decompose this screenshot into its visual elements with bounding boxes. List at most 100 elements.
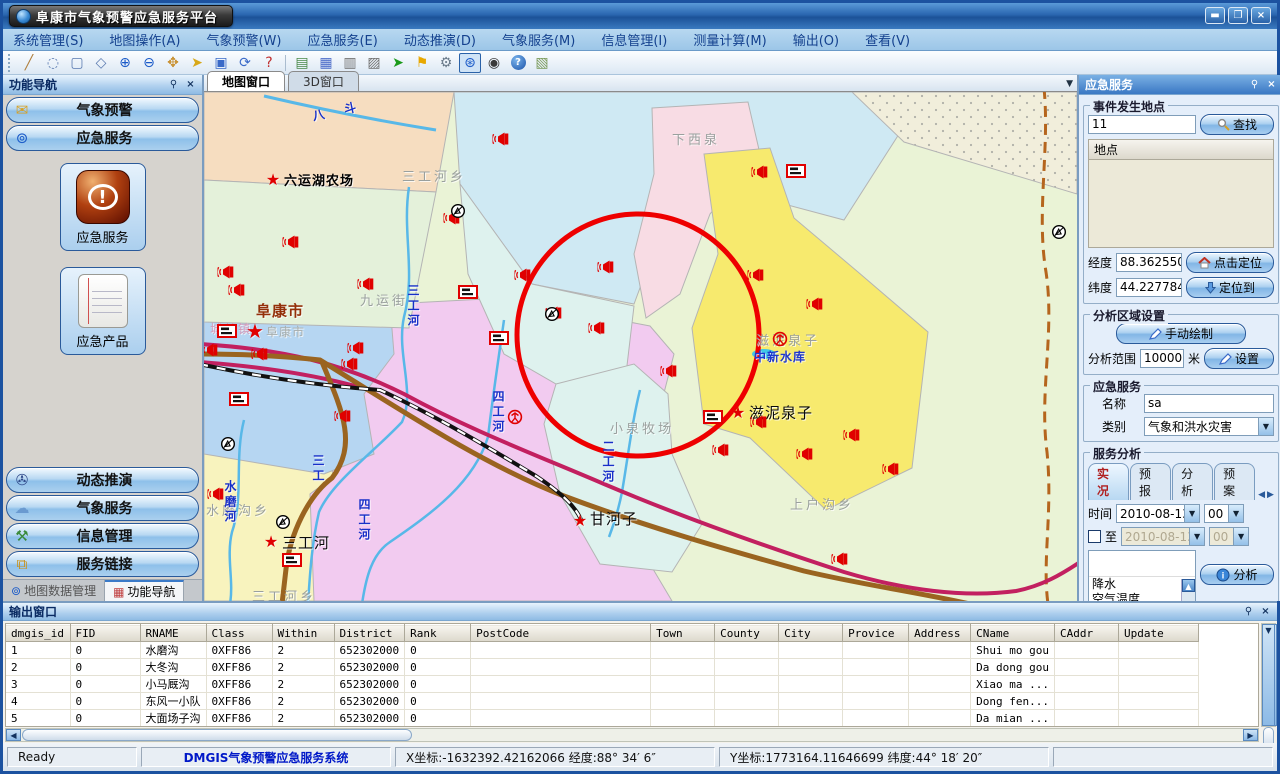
select-poly-icon[interactable]: ◇ (90, 53, 112, 73)
siren-marker-icon[interactable] (348, 341, 365, 356)
left-close-icon[interactable]: × (183, 78, 198, 92)
latitude-input[interactable]: 44.22778446 (1116, 278, 1182, 297)
star-marker-icon[interactable]: ★ (573, 513, 587, 529)
column-header[interactable]: District (334, 625, 405, 642)
cross-marker-icon[interactable] (507, 409, 523, 425)
siren-marker-icon[interactable] (335, 409, 352, 424)
select-circle-icon[interactable]: ◌ (42, 53, 64, 73)
pan-icon[interactable]: ✥ (162, 53, 184, 73)
element-list-item-1[interactable]: 空气温度 (1089, 592, 1195, 601)
station-marker-icon[interactable] (1052, 225, 1067, 240)
green-pointer-icon[interactable]: ➤ (387, 53, 409, 73)
map-tab-0[interactable]: 地图窗口 (207, 71, 285, 91)
hour-select[interactable]: 00▼ (1204, 504, 1244, 523)
menu-item-7[interactable]: 测量计算(M) (693, 30, 766, 49)
column-header[interactable]: Update (1118, 625, 1198, 642)
globe-service-icon[interactable]: ⊛ (459, 53, 481, 73)
analyze-button[interactable]: i 分析 (1200, 564, 1274, 585)
pin-marker-icon[interactable]: ⚑ (411, 53, 433, 73)
table-row[interactable]: 40东风一小队0XFF8626523020000Dong fen... (6, 693, 1198, 710)
siren-marker-icon[interactable] (493, 132, 510, 147)
column-header[interactable]: Address (909, 625, 971, 642)
column-header[interactable]: Town (651, 625, 715, 642)
right-close-icon[interactable]: × (1264, 78, 1279, 92)
identify-icon[interactable]: ? (258, 53, 280, 73)
table-row[interactable]: 50大面场子沟0XFF8626523020000Da mian ... (6, 710, 1198, 727)
menu-item-5[interactable]: 气象服务(M) (502, 30, 575, 49)
nav-group-bottom-0[interactable]: ✇动态推演 (6, 467, 199, 493)
manual-draw-button[interactable]: 手动绘制 (1116, 323, 1246, 344)
column-header[interactable]: County (715, 625, 779, 642)
panel-tab-0[interactable]: ⊚地图数据管理 (3, 580, 105, 601)
column-header[interactable]: Within (272, 625, 334, 642)
station-marker-icon[interactable] (276, 515, 291, 530)
hscroll-right-icon[interactable]: ▶ (1243, 729, 1258, 741)
listbox-scrollbar[interactable]: ▲ (1181, 579, 1195, 601)
date-select[interactable]: 2010-08-13▼ (1116, 504, 1200, 523)
siren-marker-icon[interactable] (218, 265, 235, 280)
output-hscrollbar[interactable]: ◀ ▶ (5, 728, 1259, 742)
range-input[interactable]: 10000 (1140, 349, 1184, 368)
menu-item-6[interactable]: 信息管理(I) (601, 30, 667, 49)
menu-item-8[interactable]: 输出(O) (793, 30, 839, 49)
nav-group-bottom-3[interactable]: ⧉服务链接 (6, 551, 199, 577)
restore-button[interactable]: ❐ (1228, 7, 1248, 24)
to-checkbox[interactable] (1088, 530, 1101, 543)
set-range-button[interactable]: 设置 (1204, 348, 1274, 369)
column-header[interactable]: Provice (843, 625, 909, 642)
flag-marker-icon[interactable] (786, 164, 806, 178)
output-table[interactable]: dmgis_idFIDRNAMEClassWithinDistrictRankP… (6, 624, 1199, 727)
column-header[interactable]: City (779, 625, 843, 642)
print-icon[interactable]: ▥ (339, 53, 361, 73)
toolbar-grip[interactable] (8, 54, 13, 72)
siren-marker-icon[interactable] (883, 462, 900, 477)
help-icon[interactable]: ? (507, 53, 529, 73)
map-canvas[interactable]: 八 斗六运湖农场三工河乡下西泉九运街阜康市城关镇阜康市滋泥泉子中新水库小泉牧场滋… (204, 92, 1077, 601)
column-header[interactable]: Rank (405, 625, 471, 642)
siren-marker-icon[interactable] (589, 321, 606, 336)
menu-item-2[interactable]: 气象预警(W) (206, 30, 281, 49)
menu-item-9[interactable]: 查看(V) (865, 30, 910, 49)
column-header[interactable]: FID (70, 625, 140, 642)
service-name-input[interactable]: sa (1144, 394, 1274, 413)
analysis-tab-2[interactable]: 分析 (1172, 463, 1213, 500)
menu-item-1[interactable]: 地图操作(A) (109, 30, 180, 49)
longitude-input[interactable]: 88.36255061 (1116, 253, 1182, 272)
location-search-input[interactable]: 11 (1088, 115, 1196, 134)
select-rect-icon[interactable]: ▢ (66, 53, 88, 73)
combo-arrow-icon[interactable]: ▼ (1258, 418, 1273, 435)
refresh-icon[interactable]: ⟳ (234, 53, 256, 73)
output-vscrollbar[interactable]: ▲ ▼ (1261, 623, 1276, 727)
menu-item-0[interactable]: 系统管理(S) (13, 30, 83, 49)
station-marker-icon[interactable] (221, 437, 236, 452)
siren-marker-icon[interactable] (713, 443, 730, 458)
siren-marker-icon[interactable] (342, 357, 359, 372)
tab-scroll-left-icon[interactable]: ◀ (1258, 490, 1265, 500)
siren-marker-icon[interactable] (748, 268, 765, 283)
column-header[interactable]: PostCode (471, 625, 651, 642)
analysis-tab-0[interactable]: 实况 (1088, 463, 1129, 500)
flag-marker-icon[interactable] (703, 410, 723, 424)
service-type-select[interactable]: 气象和洪水灾害 ▼ (1144, 417, 1274, 436)
tab-scroll-right-icon[interactable]: ▶ (1267, 490, 1274, 500)
column-header[interactable]: RNAME (140, 625, 206, 642)
content-button-0[interactable]: !应急服务 (60, 163, 146, 251)
panel-tab-1[interactable]: ▦功能导航 (105, 580, 184, 601)
cross-marker-icon[interactable] (772, 331, 788, 347)
siren-marker-icon[interactable] (751, 415, 768, 430)
siren-marker-icon[interactable] (229, 283, 246, 298)
hscroll-thumb[interactable] (22, 729, 412, 741)
map-tab-1[interactable]: 3D窗口 (288, 71, 359, 91)
nav-group-bottom-2[interactable]: ⚒信息管理 (6, 523, 199, 549)
table-row[interactable]: 30小马厩沟0XFF8626523020000Xiao ma ... (6, 676, 1198, 693)
map-tab-dropdown-icon[interactable]: ▼ (1066, 79, 1073, 89)
measure-icon[interactable]: ╱ (18, 53, 40, 73)
table-row[interactable]: 10水磨沟0XFF8626523020000Shui mo gou (6, 642, 1198, 659)
element-listbox[interactable]: 降水空气温度 ▲ (1088, 550, 1196, 601)
minimize-button[interactable]: ▬ (1205, 7, 1225, 24)
siren-marker-icon[interactable] (832, 552, 849, 567)
table-row[interactable]: 60城关0XFF8526523020000Cheng guan (6, 727, 1198, 728)
flag-marker-icon[interactable] (217, 324, 237, 338)
star-marker-icon[interactable]: ★ (264, 534, 278, 550)
siren-marker-icon[interactable] (252, 347, 269, 362)
